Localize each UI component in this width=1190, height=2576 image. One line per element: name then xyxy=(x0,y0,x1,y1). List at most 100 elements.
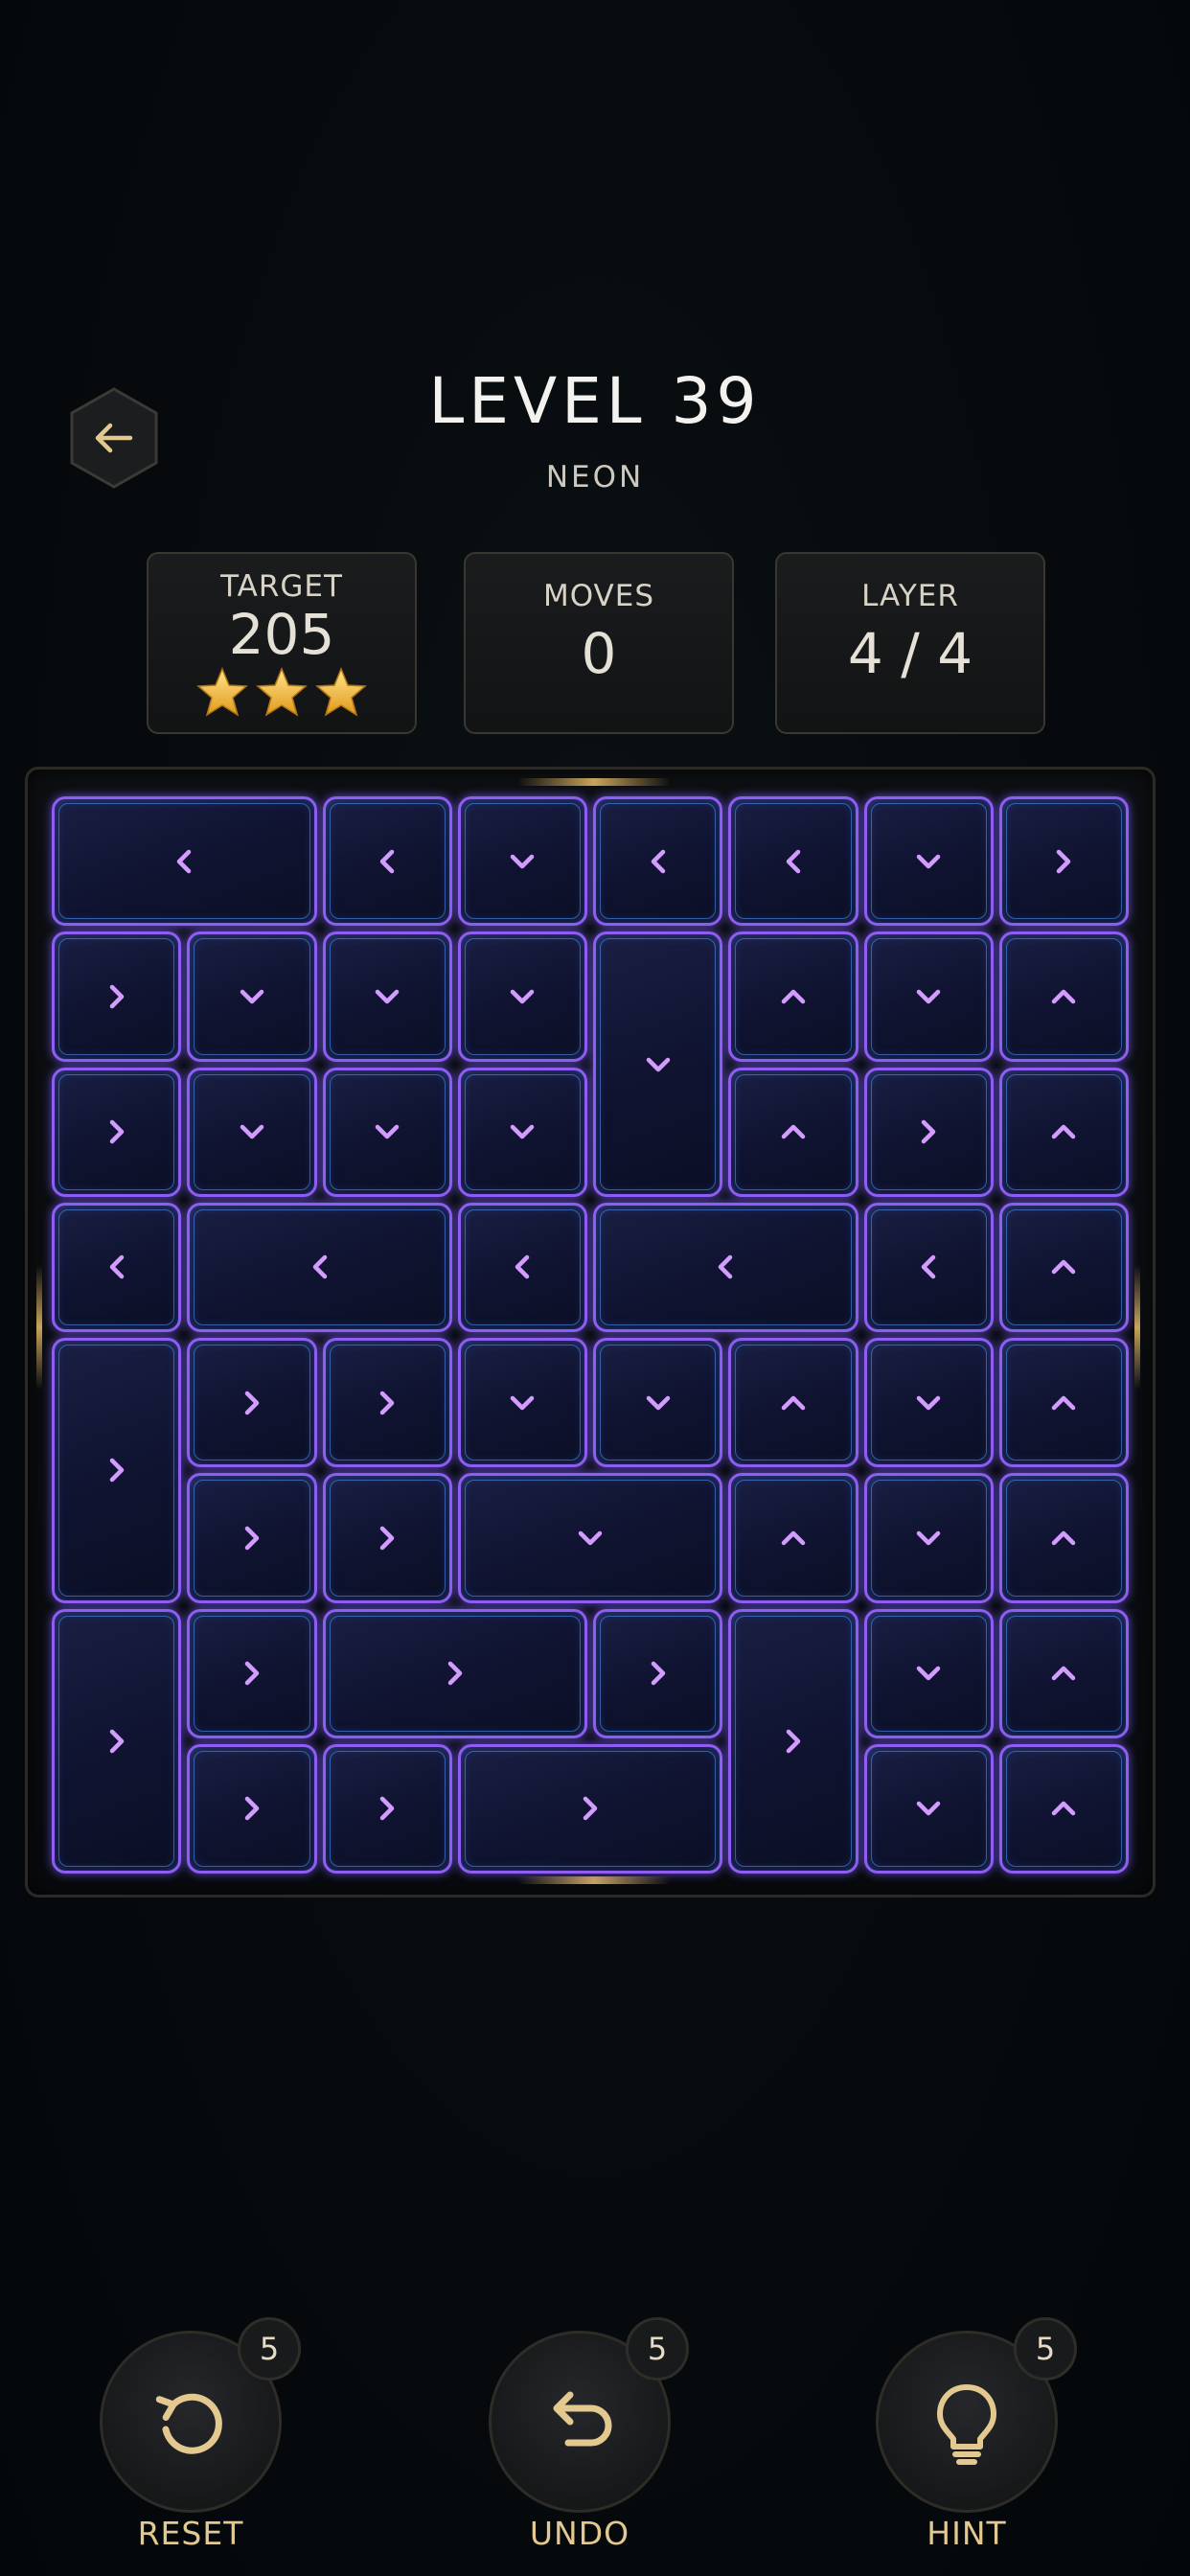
block-left[interactable] xyxy=(52,796,317,927)
block-up[interactable] xyxy=(998,1067,1129,1197)
block-left[interactable] xyxy=(593,1202,858,1332)
block-down[interactable] xyxy=(863,796,994,927)
hint-label: HINT xyxy=(927,2515,1007,2552)
block-right[interactable] xyxy=(322,1338,452,1468)
block-down[interactable] xyxy=(863,1608,994,1738)
block-left[interactable] xyxy=(863,1202,994,1332)
block-right[interactable] xyxy=(187,1608,317,1738)
reset-icon xyxy=(155,2393,222,2454)
block-right[interactable] xyxy=(998,796,1129,927)
block-down[interactable] xyxy=(593,1338,723,1468)
block-up[interactable] xyxy=(998,1743,1129,1874)
block-right[interactable] xyxy=(863,1067,994,1197)
reset-label: RESET xyxy=(137,2515,244,2552)
undo-icon xyxy=(553,2391,612,2447)
target-value: 205 xyxy=(228,602,335,667)
arrow-right-icon xyxy=(244,1797,260,1821)
frame-ornament-bottom xyxy=(517,1876,671,1884)
block-down[interactable] xyxy=(187,1067,317,1197)
block-right[interactable] xyxy=(322,1608,587,1738)
star-icon xyxy=(196,667,248,717)
arrow-down-icon xyxy=(511,1395,535,1410)
arrow-left-icon xyxy=(515,1255,530,1279)
arrow-right-icon xyxy=(786,1729,801,1753)
block-right[interactable] xyxy=(457,1743,723,1874)
block-down[interactable] xyxy=(187,932,317,1062)
block-right[interactable] xyxy=(52,932,182,1062)
arrow-right-icon xyxy=(447,1661,462,1686)
arrow-left-icon xyxy=(379,849,395,873)
block-right[interactable] xyxy=(728,1608,858,1874)
arrow-right-icon xyxy=(109,1119,124,1144)
level-subtitle: NEON xyxy=(545,460,645,494)
block-down[interactable] xyxy=(863,1338,994,1468)
block-right[interactable] xyxy=(593,1608,723,1738)
arrow-down-icon xyxy=(578,1530,603,1546)
block-right[interactable] xyxy=(52,1067,182,1197)
arrow-down-icon xyxy=(511,1124,535,1139)
block-right[interactable] xyxy=(52,1338,182,1603)
block-right[interactable] xyxy=(187,1338,317,1468)
block-up[interactable] xyxy=(728,1473,858,1603)
block-down[interactable] xyxy=(863,932,994,1062)
block-up[interactable] xyxy=(728,1338,858,1468)
moves-value: 0 xyxy=(581,621,617,686)
block-left[interactable] xyxy=(187,1202,452,1332)
arrow-right-icon xyxy=(244,1526,260,1551)
arrow-right-icon xyxy=(379,1797,395,1821)
target-label: TARGET xyxy=(220,569,343,604)
arrow-right-icon xyxy=(109,984,124,1009)
arrow-up-icon xyxy=(781,1395,806,1410)
block-down[interactable] xyxy=(457,932,587,1062)
arrow-right-icon xyxy=(109,1459,124,1483)
arrow-right-icon xyxy=(379,1391,395,1414)
block-right[interactable] xyxy=(187,1473,317,1603)
arrow-down-icon xyxy=(916,854,941,868)
frame-ornament-top xyxy=(517,778,671,786)
star-icon xyxy=(315,667,367,717)
block-up[interactable] xyxy=(728,1067,858,1197)
block-down[interactable] xyxy=(863,1743,994,1874)
frame-ornament-right xyxy=(1134,1265,1140,1390)
arrow-up-icon xyxy=(1052,989,1076,1004)
undo-count-badge: 5 xyxy=(626,2317,689,2380)
block-down[interactable] xyxy=(457,1067,587,1197)
arrow-left-icon xyxy=(109,1255,124,1279)
star-rating xyxy=(149,667,415,717)
puzzle-grid xyxy=(49,794,1132,1876)
block-right[interactable] xyxy=(322,1743,452,1874)
arrow-up-icon xyxy=(1052,1802,1076,1816)
block-right[interactable] xyxy=(52,1608,182,1874)
arrow-up-icon xyxy=(781,1124,806,1139)
block-up[interactable] xyxy=(998,1473,1129,1603)
arrow-up-icon xyxy=(1052,1260,1076,1275)
block-left[interactable] xyxy=(322,796,452,927)
block-up[interactable] xyxy=(998,1608,1129,1738)
layer-label: LAYER xyxy=(861,579,959,613)
block-left[interactable] xyxy=(457,1202,587,1332)
block-down[interactable] xyxy=(457,1473,723,1603)
block-down[interactable] xyxy=(457,796,587,927)
star-icon xyxy=(256,667,308,717)
block-up[interactable] xyxy=(728,932,858,1062)
arrow-up-icon xyxy=(781,1530,806,1546)
arrow-right-icon xyxy=(651,1661,665,1686)
block-down[interactable] xyxy=(322,932,452,1062)
block-up[interactable] xyxy=(998,932,1129,1062)
block-up[interactable] xyxy=(998,1202,1129,1332)
block-right[interactable] xyxy=(187,1743,317,1874)
block-down[interactable] xyxy=(322,1067,452,1197)
arrow-down-icon xyxy=(916,1802,941,1816)
block-down[interactable] xyxy=(863,1473,994,1603)
block-right[interactable] xyxy=(322,1473,452,1603)
block-left[interactable] xyxy=(728,796,858,927)
arrow-right-icon xyxy=(109,1729,124,1753)
block-down[interactable] xyxy=(593,932,723,1197)
block-down[interactable] xyxy=(457,1338,587,1468)
block-left[interactable] xyxy=(52,1202,182,1332)
block-left[interactable] xyxy=(593,796,723,927)
block-up[interactable] xyxy=(998,1338,1129,1468)
hint-count-badge: 5 xyxy=(1014,2317,1077,2380)
reset-count-badge: 5 xyxy=(238,2317,301,2380)
hint-bulb-icon xyxy=(937,2384,996,2465)
